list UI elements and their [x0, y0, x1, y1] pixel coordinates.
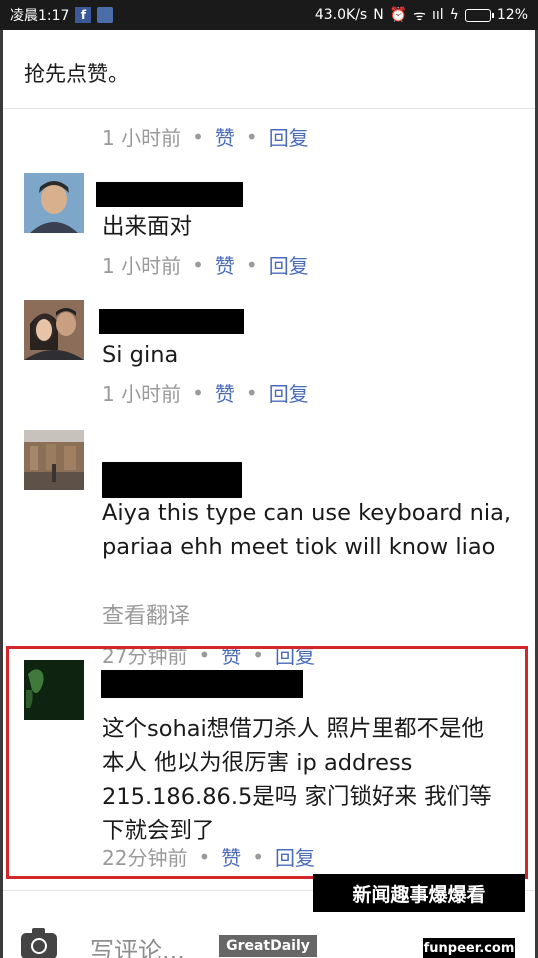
avatar[interactable] — [24, 300, 84, 360]
comments-sheet: 抢先点赞。 1 小时前 • 赞 • 回复 出来面对 1 小时前 • 赞 • 回复 — [3, 30, 535, 958]
redacted-name — [99, 309, 244, 334]
battery-icon — [464, 8, 494, 22]
network-speed: 43.0K/s — [314, 7, 368, 23]
comment-item: 1 小时前 • 赞 • 回复 — [3, 108, 535, 158]
camera-icon[interactable] — [21, 928, 57, 958]
reply-button[interactable]: 回复 — [269, 378, 309, 407]
signal-icon: ııl — [431, 7, 444, 23]
meta-separator: • — [192, 124, 204, 149]
avatar[interactable] — [24, 173, 84, 233]
comment-text: Aiya this type can use keyboard nia, par… — [102, 500, 512, 560]
comment-item: 出来面对 1 小时前 • 赞 • 回复 — [3, 170, 535, 285]
comment-text: Si gina — [102, 342, 179, 368]
facebook-notification-icon: f — [75, 7, 92, 23]
alarm-icon: ⏰ — [389, 7, 408, 23]
comment-text: 出来面对 — [102, 214, 193, 240]
comment-meta: 1 小时前 • 赞 • 回复 — [102, 250, 309, 279]
highlight-box — [6, 646, 528, 879]
see-translation-link[interactable]: 查看翻译 — [102, 598, 190, 630]
comment-item: Si gina 1 小时前 • 赞 • 回复 — [3, 300, 535, 415]
avatar[interactable] — [24, 430, 84, 490]
comment-meta: 1 小时前 • 赞 • 回复 — [102, 122, 309, 151]
charging-icon: ϟ — [449, 7, 459, 23]
status-time: 凌晨1:17 — [10, 8, 70, 24]
like-button[interactable]: 赞 — [215, 250, 235, 279]
meta-separator: • — [245, 252, 258, 277]
funpeer-watermark: funpeer.com — [423, 938, 515, 958]
redacted-name — [102, 462, 242, 498]
app-notification-icon — [97, 7, 114, 23]
meta-separator: • — [245, 124, 258, 149]
comment-time: 1 小时前 — [102, 382, 182, 406]
nfc-icon: N — [373, 7, 384, 23]
comment-meta: 1 小时前 • 赞 • 回复 — [102, 378, 309, 407]
comment-time: 1 小时前 — [102, 254, 182, 278]
page-title: 抢先点赞。 — [24, 62, 129, 86]
redacted-name — [96, 182, 243, 207]
reply-button[interactable]: 回复 — [269, 122, 309, 151]
like-button[interactable]: 赞 — [215, 378, 235, 407]
meta-separator: • — [192, 380, 204, 405]
wifi-icon: ᯤ — [413, 7, 426, 24]
comment-time: 1 小时前 — [102, 126, 182, 150]
status-bar: 凌晨1:17 f 43.0K/s N ⏰ ᯤ ııl ϟ 12% — [0, 0, 538, 30]
meta-separator: • — [245, 380, 258, 405]
greatdaily-watermark: GreatDaily — [219, 935, 317, 957]
reply-button[interactable]: 回复 — [269, 250, 309, 279]
like-button[interactable]: 赞 — [215, 122, 235, 151]
battery-percent: 12% — [496, 7, 528, 23]
comment-input[interactable]: 写评论... — [90, 931, 185, 958]
meta-separator: • — [192, 252, 204, 277]
news-watermark: 新闻趣事爆爆看 — [313, 874, 525, 912]
comment-item: Aiya this type can use keyboard nia, par… — [3, 428, 535, 668]
comments-header: 抢先点赞。 — [3, 30, 535, 109]
